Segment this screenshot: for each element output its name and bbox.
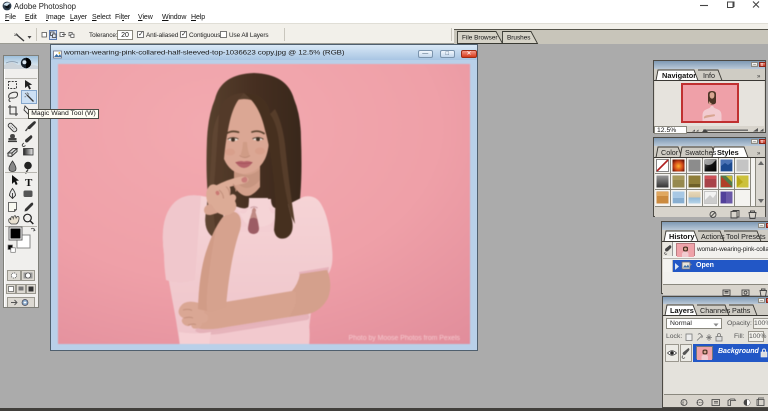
svg-text:File Browser: File Browser xyxy=(462,35,498,42)
svg-text:T: T xyxy=(25,177,33,189)
svg-text:f: f xyxy=(682,400,685,407)
svg-text:Swatches: Swatches xyxy=(685,148,717,157)
svg-text:Actions: Actions xyxy=(701,232,725,241)
svg-text:Channels: Channels xyxy=(700,306,731,315)
svg-text:Paths: Paths xyxy=(732,306,751,315)
svg-text:Styles: Styles xyxy=(717,148,739,157)
svg-text:History: History xyxy=(669,232,695,241)
svg-text:Photo by Moose Photos from Pex: Photo by Moose Photos from Pexels xyxy=(349,335,461,342)
svg-text:Info: Info xyxy=(703,71,715,80)
svg-text:Navigator: Navigator xyxy=(662,71,696,80)
svg-text:Brushes: Brushes xyxy=(507,35,530,42)
svg-text:Tool Presets: Tool Presets xyxy=(726,232,766,241)
svg-text:Layers: Layers xyxy=(670,306,694,315)
svg-text:Color: Color xyxy=(661,148,679,157)
